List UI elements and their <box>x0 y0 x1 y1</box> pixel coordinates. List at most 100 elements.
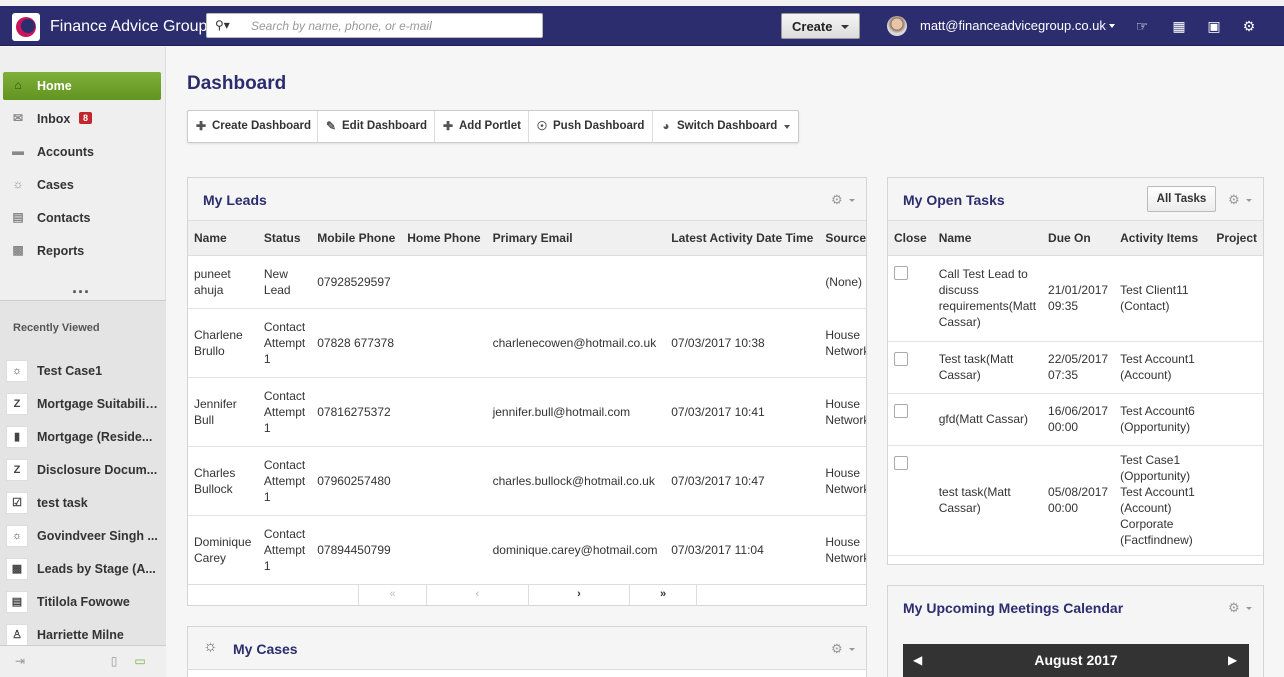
recent-item[interactable]: ▤ Titilola Fowowe <box>4 589 162 615</box>
task-name[interactable]: Test task(Matt Cassar) <box>932 341 1043 394</box>
more-menu[interactable]: ... <box>72 277 90 298</box>
column-header[interactable]: Home Phone <box>401 221 487 256</box>
portlet-title[interactable]: My Upcoming Meetings Calendar <box>903 600 1123 616</box>
edit-dashboard-button[interactable]: ✎ Edit Dashboard <box>318 111 435 142</box>
lead-email[interactable] <box>486 255 666 309</box>
lead-email[interactable]: jennifer.bull@hotmail.com <box>486 377 666 447</box>
next-page-button[interactable]: › <box>528 585 629 605</box>
lead-name[interactable]: Jennifer Bull <box>188 377 258 447</box>
global-search[interactable]: ⚲▾ <box>206 13 543 38</box>
task-due: 22/05/2017 07:35 <box>1042 341 1115 394</box>
avatar[interactable] <box>887 16 907 36</box>
gear-icon[interactable]: ⚙ <box>831 641 855 657</box>
sidebar-item-cases[interactable]: ☼ Cases <box>3 171 161 199</box>
lead-home-phone <box>401 377 487 447</box>
sidebar-item-inbox[interactable]: ✉ Inbox 8 <box>3 105 161 133</box>
table-row[interactable]: Charlene Brullo Contact Attempt 1 07828 … <box>188 308 866 378</box>
column-header[interactable]: Name <box>932 221 1043 256</box>
close-task-checkbox[interactable] <box>894 351 908 366</box>
column-header[interactable]: Due On <box>1042 221 1115 256</box>
portlet-title[interactable]: My Open Tasks <box>903 192 1005 208</box>
recent-item[interactable]: Z Mortgage Suitabilit... <box>4 391 162 417</box>
logo-icon[interactable] <box>12 13 40 41</box>
first-page-button[interactable]: « <box>358 585 426 605</box>
top-navbar: Finance Advice Group ⚲▾ Create matt@fina… <box>0 6 1284 46</box>
recent-item[interactable]: ▩ Leads by Stage (A... <box>4 556 162 582</box>
add-portlet-button[interactable]: ✚ Add Portlet <box>435 111 529 142</box>
column-header[interactable]: Primary Email <box>486 221 666 256</box>
gear-icon[interactable]: ⚙ <box>1228 192 1252 208</box>
sidebar-item-accounts[interactable]: ▬ Accounts <box>3 138 161 166</box>
column-header[interactable]: Latest Activity Date Time <box>665 221 820 256</box>
portlet-title[interactable]: My Cases <box>233 641 298 657</box>
recent-item[interactable]: ☼ Govindveer Singh ... <box>4 523 162 549</box>
lead-name[interactable]: Dominique Carey <box>188 515 258 585</box>
task-name[interactable]: gfd(Matt Cassar) <box>932 393 1043 446</box>
prev-page-button[interactable]: ‹ <box>426 585 528 605</box>
create-button[interactable]: Create <box>781 13 860 39</box>
z-doc-icon: Z <box>6 393 28 415</box>
lead-email[interactable]: charles.bullock@hotmail.co.uk <box>486 446 666 516</box>
column-header[interactable]: Activity Items <box>1114 221 1211 256</box>
column-header[interactable]: Project <box>1210 221 1263 256</box>
brand-name[interactable]: Finance Advice Group <box>50 18 207 36</box>
all-tasks-button[interactable]: All Tasks <box>1147 186 1216 212</box>
sidebar-item-reports[interactable]: ▩ Reports <box>3 237 161 265</box>
recent-item[interactable]: ☑ test task <box>4 490 162 516</box>
switch-dashboard-button[interactable]: ◕ Switch Dashboard <box>653 111 798 142</box>
push-dashboard-button[interactable]: ☉ Push Dashboard <box>529 111 653 142</box>
table-row[interactable]: Dominique Carey Contact Attempt 1 078944… <box>188 515 866 585</box>
portlet-title[interactable]: My Leads <box>203 192 267 208</box>
recent-item[interactable]: Z Disclosure Docum... <box>4 457 162 483</box>
lead-email[interactable]: dominique.carey@hotmail.com <box>486 515 666 585</box>
task-name[interactable]: Call Test Lead to discuss requirements(M… <box>932 255 1043 342</box>
task-name[interactable]: test task(Matt Cassar) <box>932 445 1043 556</box>
lead-name[interactable]: Charlene Brullo <box>188 308 258 378</box>
column-header[interactable]: Name <box>188 221 258 256</box>
column-header[interactable]: Status <box>257 221 312 256</box>
cube-icon[interactable]: ▣ <box>1205 17 1223 35</box>
gear-icon[interactable]: ⚙ <box>831 192 855 208</box>
mobile-view-icon[interactable]: ▯ <box>106 653 122 669</box>
task-activity-items[interactable]: Test Account6 (Opportunity) <box>1114 393 1211 446</box>
close-task-checkbox[interactable] <box>894 403 908 418</box>
close-task-checkbox[interactable] <box>894 455 908 470</box>
search-icon[interactable]: ⚲▾ <box>215 18 239 34</box>
task-project <box>1210 255 1263 342</box>
chevron-down-icon[interactable] <box>1109 24 1115 28</box>
recent-item[interactable]: ♙ Harriette Milne <box>4 622 162 645</box>
table-row[interactable]: Charles Bullock Contact Attempt 1 079602… <box>188 446 866 516</box>
lead-name[interactable]: puneet ahuja <box>188 255 258 309</box>
desktop-view-icon[interactable]: ▭ <box>132 653 148 669</box>
lead-email[interactable]: charlenecowen@hotmail.co.uk <box>486 308 666 378</box>
user-menu[interactable]: matt@financeadvicegroup.co.uk <box>920 18 1106 33</box>
gear-icon[interactable]: ⚙ <box>1228 600 1252 616</box>
column-header[interactable]: Close <box>888 221 933 256</box>
last-page-button[interactable]: » <box>629 585 697 605</box>
recent-item[interactable]: ▮ Mortgage (Reside... <box>4 424 162 450</box>
lead-mobile: 07828 677378 <box>311 308 402 378</box>
column-header[interactable]: Mobile Phone <box>311 221 402 256</box>
gear-icon[interactable]: ⚙ <box>1240 17 1258 35</box>
next-month-icon[interactable]: ▶ <box>1228 653 1237 667</box>
book-icon: ▮ <box>6 426 28 448</box>
column-header[interactable]: Source <box>819 221 866 256</box>
table-row[interactable]: puneet ahuja New Lead 07928529597 (None) <box>188 255 866 309</box>
portlet-header: My Open Tasks All Tasks ⚙ <box>888 178 1263 221</box>
close-task-checkbox[interactable] <box>894 265 908 280</box>
calendar-icon[interactable]: ▦ <box>1170 17 1188 35</box>
push-icon: ☉ <box>536 119 548 133</box>
recent-item[interactable]: ☼ Test Case1 <box>4 358 162 384</box>
prev-month-icon[interactable]: ◀ <box>913 653 922 667</box>
sidebar-item-home[interactable]: ⌂ Home <box>3 72 161 100</box>
table-row[interactable]: Jennifer Bull Contact Attempt 1 07816275… <box>188 377 866 447</box>
task-activity-items[interactable]: Test Client11 (Contact) <box>1114 255 1211 342</box>
help-icon[interactable]: ☞ <box>1133 17 1151 35</box>
logout-icon[interactable]: ⇥ <box>12 653 28 669</box>
lead-name[interactable]: Charles Bullock <box>188 446 258 516</box>
create-dashboard-button[interactable]: ✚ Create Dashboard <box>188 111 318 142</box>
task-activity-items[interactable]: Test Case1 (Opportunity) Test Account1 (… <box>1114 445 1211 556</box>
task-activity-items[interactable]: Test Account1 (Account) <box>1114 341 1211 394</box>
sidebar-item-contacts[interactable]: ▤ Contacts <box>3 204 161 232</box>
search-input[interactable] <box>251 17 536 35</box>
